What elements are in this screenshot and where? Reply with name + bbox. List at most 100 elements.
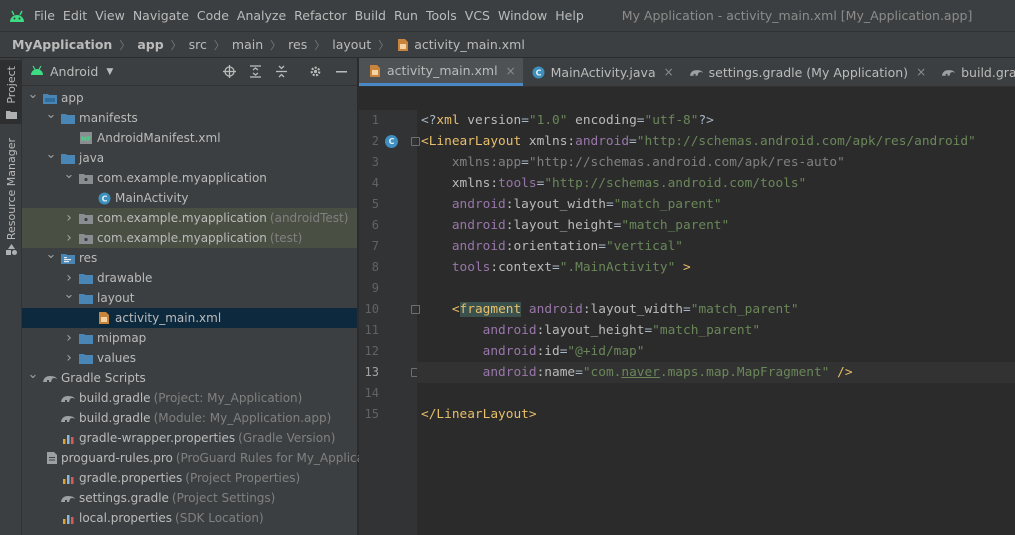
package-icon bbox=[78, 230, 94, 246]
chevron-down-icon[interactable]: ⌄ bbox=[62, 288, 76, 301]
breadcrumb-item[interactable]: app bbox=[137, 37, 163, 52]
chevron-right-icon[interactable]: › bbox=[62, 270, 76, 286]
chevron-down-icon[interactable]: ⌄ bbox=[62, 168, 76, 181]
code-token: android bbox=[482, 365, 537, 380]
tree-row-label: settings.gradle bbox=[79, 491, 169, 505]
collapse-all-icon[interactable] bbox=[273, 64, 289, 80]
menu-item-code[interactable]: Code bbox=[197, 8, 229, 23]
close-icon[interactable]: × bbox=[664, 65, 674, 79]
minimize-icon[interactable] bbox=[333, 64, 349, 80]
tree-row[interactable]: gradle.properties (Project Properties) bbox=[22, 468, 357, 488]
tree-row[interactable]: proguard-rules.pro (ProGuard Rules for My… bbox=[22, 448, 364, 468]
resource-manager-tool-tab[interactable]: Resource Manager bbox=[0, 138, 22, 258]
breadcrumb-item[interactable]: activity_main.xml bbox=[414, 37, 525, 52]
code-line: tools:context=".MainActivity" > bbox=[421, 257, 691, 278]
tree-row[interactable]: local.properties (SDK Location) bbox=[22, 508, 357, 528]
menu-item-window[interactable]: Window bbox=[498, 8, 547, 23]
code-area[interactable]: 1 2 3 4 5 6 7 8 9 10 11 12 13 14 15 C <?xml version="1.… bbox=[359, 110, 1015, 535]
tree-row-label: proguard-rules.pro bbox=[61, 451, 173, 465]
tree-row[interactable]: ⌄ Gradle Scripts bbox=[22, 368, 357, 388]
breadcrumb-item[interactable]: main bbox=[232, 37, 263, 52]
chevron-down-icon[interactable]: ⌄ bbox=[44, 108, 58, 121]
chevron-right-icon[interactable]: › bbox=[62, 350, 76, 366]
line-number: 3 bbox=[371, 155, 379, 169]
class-icon: C bbox=[531, 65, 546, 80]
menu-item-analyze[interactable]: Analyze bbox=[237, 8, 286, 23]
menu-item-vcs[interactable]: VCS bbox=[465, 8, 490, 23]
project-tool-tab[interactable]: Project bbox=[0, 60, 22, 124]
chevron-down-icon[interactable]: ⌄ bbox=[26, 88, 40, 101]
gradle-icon bbox=[60, 390, 76, 406]
chevron-right-icon[interactable]: › bbox=[62, 210, 76, 226]
tree-row[interactable]: ⌄ layout bbox=[22, 288, 357, 308]
tree-row-label: gradle.properties bbox=[79, 471, 183, 485]
menu-item-edit[interactable]: Edit bbox=[63, 8, 87, 23]
chevron-down-icon[interactable]: ▼ bbox=[106, 67, 113, 77]
tree-row[interactable]: › com.example.myapplication (androidTest) bbox=[22, 208, 357, 228]
menu-item-run[interactable]: Run bbox=[394, 8, 418, 23]
view-mode-selector[interactable]: Android bbox=[50, 64, 98, 79]
tree-row[interactable]: › drawable bbox=[22, 268, 357, 288]
layout-xml-icon bbox=[396, 38, 410, 52]
tree-row[interactable]: › values bbox=[22, 348, 357, 368]
tree-row[interactable]: › mipmap bbox=[22, 328, 357, 348]
code-token: "utf-8" bbox=[644, 113, 699, 128]
folder-icon bbox=[78, 270, 94, 286]
tree-row[interactable]: build.gradle (Module: My_Application.app) bbox=[22, 408, 357, 428]
code-token: android bbox=[451, 239, 506, 254]
code-token: "http://schemas.android.com/tools" bbox=[544, 176, 807, 191]
breadcrumb-item[interactable]: layout bbox=[332, 37, 371, 52]
menu-item-tools[interactable]: Tools bbox=[426, 8, 457, 23]
tree-row[interactable]: build.gradle (Project: My_Application) bbox=[22, 388, 357, 408]
tree-row[interactable]: ⌄ com.example.myapplication bbox=[22, 168, 357, 188]
menu-item-navigate[interactable]: Navigate bbox=[133, 8, 189, 23]
project-tool-label: Project bbox=[4, 66, 18, 104]
menu-item-refactor[interactable]: Refactor bbox=[294, 8, 346, 23]
tree-row-label: local.properties bbox=[79, 511, 173, 525]
tree-row[interactable]: settings.gradle (Project Settings) bbox=[22, 488, 357, 508]
chevron-right-icon[interactable]: › bbox=[62, 330, 76, 346]
gradle-icon bbox=[689, 65, 704, 80]
chevron-down-icon[interactable]: ⌄ bbox=[44, 248, 58, 261]
fold-marker-icon[interactable] bbox=[411, 137, 420, 146]
class-icon[interactable]: C bbox=[385, 135, 398, 148]
locate-target-icon[interactable] bbox=[221, 64, 237, 80]
tree-row[interactable]: gradle-wrapper.properties (Gradle Version… bbox=[22, 428, 357, 448]
tree-row[interactable]: activity_main.xml bbox=[22, 308, 357, 328]
tree-row[interactable]: ⌄ app bbox=[22, 88, 357, 108]
menu-item-view[interactable]: View bbox=[95, 8, 125, 23]
close-icon[interactable]: × bbox=[916, 65, 926, 79]
expand-all-icon[interactable] bbox=[247, 64, 263, 80]
folder-icon bbox=[5, 108, 17, 122]
tree-row[interactable]: ⌄ java bbox=[22, 148, 357, 168]
chevron-down-icon[interactable]: ⌄ bbox=[26, 368, 40, 381]
menu-item-file[interactable]: File bbox=[34, 8, 55, 23]
tree-row[interactable]: C MainActivity bbox=[22, 188, 357, 208]
editor-tab[interactable]: activity_main.xml × bbox=[359, 58, 523, 86]
code-token: "com. bbox=[582, 365, 622, 380]
gear-icon[interactable] bbox=[307, 64, 323, 80]
chevron-right-icon[interactable]: › bbox=[62, 230, 76, 246]
menu-item-build[interactable]: Build bbox=[355, 8, 386, 23]
chevron-down-icon[interactable]: ⌄ bbox=[44, 148, 58, 161]
tree-row[interactable]: ⌄ manifests bbox=[22, 108, 357, 128]
editor-tab[interactable]: build.gradle (:app)× bbox=[933, 58, 1015, 86]
fold-marker-icon[interactable] bbox=[411, 305, 420, 314]
breadcrumb-item[interactable]: res bbox=[288, 37, 307, 52]
tree-row[interactable]: › com.example.myapplication (test) bbox=[22, 228, 357, 248]
breadcrumb-item[interactable]: MyApplication bbox=[12, 37, 112, 52]
breadcrumb-item[interactable]: src bbox=[189, 37, 207, 52]
editor-tab[interactable]: settings.gradle (My Application) × bbox=[681, 58, 933, 86]
tree-row[interactable]: MF AndroidManifest.xml bbox=[22, 128, 357, 148]
menu-item-help[interactable]: Help bbox=[555, 8, 584, 23]
text-file-icon bbox=[46, 450, 58, 466]
close-icon[interactable]: × bbox=[506, 64, 516, 78]
editor-tab[interactable]: C MainActivity.java × bbox=[523, 58, 681, 86]
editor-tab-label: build.gradle (:app) bbox=[961, 64, 1015, 80]
tree-row-label: mipmap bbox=[97, 331, 147, 345]
tree-row[interactable]: ⌄ res bbox=[22, 248, 357, 268]
code-token: :layout_width bbox=[505, 197, 606, 212]
